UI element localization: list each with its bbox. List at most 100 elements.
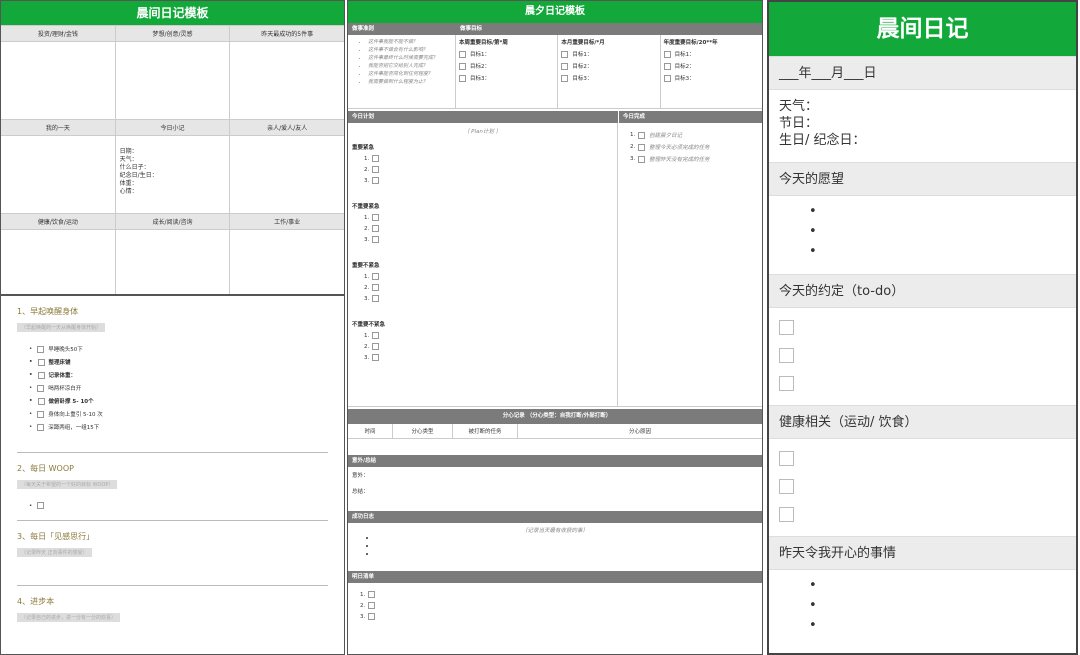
cell-body[interactable] (1, 42, 115, 119)
checklist-item[interactable] (37, 502, 328, 509)
bullet[interactable] (376, 542, 758, 550)
plan-item[interactable]: 3. (364, 177, 613, 184)
goal-item[interactable]: 目标2： (663, 62, 759, 70)
checkbox[interactable] (779, 451, 794, 466)
checkbox[interactable] (561, 74, 569, 82)
plan-item[interactable]: 1. (364, 214, 613, 221)
checkbox[interactable] (372, 225, 379, 232)
cell-body[interactable] (1, 230, 115, 294)
checkbox[interactable] (561, 50, 569, 58)
checkbox[interactable] (372, 354, 379, 361)
checkbox[interactable] (663, 62, 671, 70)
bullet[interactable] (376, 550, 758, 558)
checkbox[interactable] (663, 50, 671, 58)
checkbox[interactable] (459, 74, 466, 82)
plan-item[interactable]: 3. (364, 354, 613, 361)
cell-body[interactable] (230, 42, 344, 119)
plan-item[interactable]: 2. (364, 284, 613, 291)
checkbox[interactable] (37, 384, 45, 392)
plan-item[interactable]: 2. (364, 166, 613, 173)
checkbox[interactable] (663, 74, 671, 82)
goal-item[interactable]: 目标2： (561, 62, 656, 70)
checkbox[interactable] (372, 295, 379, 302)
checkbox[interactable] (372, 236, 379, 243)
bullet-item[interactable]: • (779, 596, 1066, 616)
goal-item[interactable]: 目标2： (459, 62, 554, 70)
plan-item[interactable]: 3. (364, 295, 613, 302)
done-item[interactable]: 3. 整理昨天没有完成的任务 (630, 155, 750, 163)
done-item[interactable]: 1. 创建晨夕日记 (630, 131, 750, 139)
weather-field[interactable]: 天气： (779, 98, 1066, 115)
checkbox[interactable] (372, 214, 379, 221)
plan-item[interactable]: 1. (364, 273, 613, 280)
cell-body[interactable] (230, 136, 344, 213)
plan-item[interactable]: 1. (364, 332, 613, 339)
done-item[interactable]: 2. 整理今天必须完成的任务 (630, 143, 750, 151)
checklist-item[interactable]: 深蹲两组，一组15下 (37, 423, 328, 431)
checkbox[interactable] (638, 155, 645, 163)
plan-item[interactable]: 2. (364, 343, 613, 350)
bullet-item[interactable]: • (779, 202, 1066, 222)
checkbox[interactable] (37, 423, 45, 431)
bullet-item[interactable]: • (779, 576, 1066, 596)
checklist-item[interactable]: 早睡晚头50下 (37, 345, 328, 353)
date-line[interactable]: ___年___月___日 (769, 56, 1076, 90)
checkbox[interactable] (368, 602, 375, 609)
goal-item[interactable]: 目标1： (459, 50, 554, 58)
checkbox[interactable] (459, 50, 466, 58)
checkbox[interactable] (37, 410, 45, 418)
checkbox[interactable] (779, 376, 794, 391)
checkbox[interactable] (372, 332, 379, 339)
checkbox[interactable] (779, 320, 794, 335)
goal-item[interactable]: 目标3： (459, 74, 554, 82)
checkbox[interactable] (368, 613, 375, 620)
checkbox[interactable] (561, 62, 569, 70)
checkbox[interactable] (779, 348, 794, 363)
checkbox[interactable] (638, 143, 645, 151)
distraction-row[interactable] (348, 439, 762, 455)
bullet-item[interactable]: • (779, 222, 1066, 242)
goal-item[interactable]: 目标3： (663, 74, 759, 82)
checkbox[interactable] (372, 166, 379, 173)
checkbox[interactable] (372, 155, 379, 162)
cell-body[interactable] (116, 42, 230, 119)
checklist-item[interactable]: 身体向上重引 5-10 次 (37, 410, 328, 418)
tomorrow-item[interactable]: 3. (360, 613, 758, 620)
cell-body[interactable] (1, 136, 115, 213)
checkbox[interactable] (779, 479, 794, 494)
checkbox[interactable] (779, 507, 794, 522)
plan-item[interactable]: 1. (364, 155, 613, 162)
checkbox[interactable] (372, 273, 379, 280)
checkbox[interactable] (37, 397, 45, 405)
tomorrow-item[interactable]: 2. (360, 602, 758, 609)
tomorrow-item[interactable]: 1. (360, 591, 758, 598)
plan-item[interactable]: 3. (364, 236, 613, 243)
checklist-item[interactable]: 做俯卧撑 5- 10个 (37, 397, 328, 405)
cell-body[interactable] (116, 230, 230, 294)
checklist-item[interactable]: 喝两杯凉白开 (37, 384, 328, 392)
bullet-item[interactable]: • (779, 242, 1066, 262)
checkbox[interactable] (37, 358, 45, 366)
goal-item[interactable]: 目标3： (561, 74, 656, 82)
checkbox[interactable] (459, 62, 466, 70)
birthday-field[interactable]: 生日/ 纪念日： (779, 132, 1066, 149)
checklist-item[interactable]: 记录体重： (37, 371, 328, 379)
goal-item[interactable]: 目标1： (663, 50, 759, 58)
daily-notes[interactable]: 日期： 天气： 什么日子： 纪念日/生日： 体重： 心情： (116, 136, 230, 213)
checkbox[interactable] (372, 343, 379, 350)
checkbox[interactable] (37, 371, 45, 379)
checkbox[interactable] (372, 177, 379, 184)
cell-body[interactable] (230, 230, 344, 294)
checkbox[interactable] (37, 345, 45, 353)
checklist-item[interactable]: 整理床铺 (37, 358, 328, 366)
checkbox[interactable] (368, 591, 375, 598)
goal-item[interactable]: 目标1： (561, 50, 656, 58)
holiday-field[interactable]: 节日： (779, 115, 1066, 132)
plan-item[interactable]: 2. (364, 225, 613, 232)
bullet-item[interactable]: • (779, 616, 1066, 636)
checkbox[interactable] (372, 284, 379, 291)
checkbox[interactable] (37, 502, 45, 509)
summary-body[interactable]: 意外： 总结： (348, 467, 762, 511)
checkbox[interactable] (638, 131, 645, 139)
success-body[interactable]: （记录当天最有收获的事） (348, 523, 762, 571)
